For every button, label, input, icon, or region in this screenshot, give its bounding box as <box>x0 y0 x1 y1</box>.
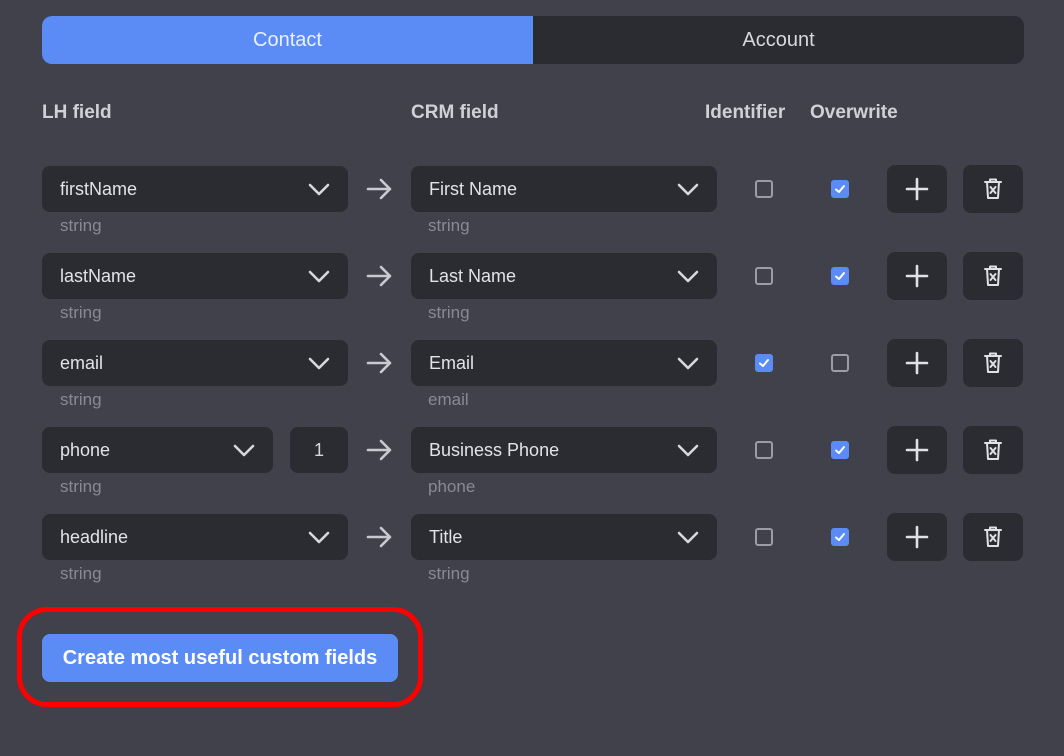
lh-field-type: string <box>60 564 102 583</box>
lh-field-value: headline <box>60 526 129 547</box>
mapping-row: headline string Title string <box>0 513 1064 594</box>
crm-field-header: CRM field <box>411 102 499 123</box>
delete-row-button[interactable] <box>963 426 1023 474</box>
chevron-down-icon <box>677 266 699 286</box>
crm-field-select[interactable]: Email <box>411 340 717 386</box>
mapping-row: lastName string Last Name string <box>0 252 1064 333</box>
chevron-down-icon <box>677 440 699 460</box>
lh-field-index-input[interactable]: 1 <box>290 427 348 473</box>
overwrite-checkbox[interactable] <box>831 354 849 372</box>
trash-icon <box>983 351 1003 375</box>
lh-field-value: lastName <box>60 265 137 286</box>
plus-icon <box>905 264 929 288</box>
lh-field-type: string <box>60 216 102 235</box>
lh-field-header: LH field <box>42 102 112 123</box>
overwrite-checkbox[interactable] <box>831 267 849 285</box>
delete-row-button[interactable] <box>963 339 1023 387</box>
add-row-button[interactable] <box>887 426 947 474</box>
lh-field-type: string <box>60 477 102 496</box>
overwrite-header: Overwrite <box>810 102 898 123</box>
lh-field-type: string <box>60 303 102 322</box>
trash-icon <box>983 525 1003 549</box>
mapping-row: firstName string First Name string <box>0 165 1064 246</box>
overwrite-checkbox[interactable] <box>831 180 849 198</box>
create-custom-fields-button[interactable]: Create most useful custom fields <box>42 634 398 682</box>
plus-icon <box>905 525 929 549</box>
identifier-checkbox[interactable] <box>755 267 773 285</box>
arrow-right-icon <box>366 264 394 288</box>
delete-row-button[interactable] <box>963 165 1023 213</box>
crm-field-value: Business Phone <box>429 439 560 460</box>
identifier-checkbox[interactable] <box>755 180 773 198</box>
chevron-down-icon <box>308 353 330 373</box>
chevron-down-icon <box>677 179 699 199</box>
arrow-right-icon <box>366 177 394 201</box>
lh-field-select[interactable]: lastName <box>42 253 348 299</box>
object-tabs: Contact Account <box>42 16 1024 64</box>
chevron-down-icon <box>308 527 330 547</box>
crm-field-value: Email <box>429 352 475 373</box>
identifier-checkbox[interactable] <box>755 354 773 372</box>
tab-account[interactable]: Account <box>533 16 1024 64</box>
identifier-checkbox[interactable] <box>755 528 773 546</box>
delete-row-button[interactable] <box>963 252 1023 300</box>
lh-field-value: phone <box>60 439 111 460</box>
chevron-down-icon <box>308 266 330 286</box>
overwrite-checkbox[interactable] <box>831 441 849 459</box>
identifier-checkbox[interactable] <box>755 441 773 459</box>
add-row-button[interactable] <box>887 339 947 387</box>
crm-field-select[interactable]: First Name <box>411 166 717 212</box>
crm-field-value: First Name <box>429 178 518 199</box>
chevron-down-icon <box>677 527 699 547</box>
arrow-right-icon <box>366 438 394 462</box>
trash-icon <box>983 438 1003 462</box>
mapping-row: phone 1 string Business Phone phone <box>0 426 1064 507</box>
plus-icon <box>905 438 929 462</box>
plus-icon <box>905 351 929 375</box>
chevron-down-icon <box>233 440 255 460</box>
arrow-right-icon <box>366 351 394 375</box>
crm-field-type: string <box>428 216 470 235</box>
lh-field-type: string <box>60 390 102 409</box>
delete-row-button[interactable] <box>963 513 1023 561</box>
add-row-button[interactable] <box>887 165 947 213</box>
add-row-button[interactable] <box>887 513 947 561</box>
trash-icon <box>983 264 1003 288</box>
trash-icon <box>983 177 1003 201</box>
lh-field-select[interactable]: phone <box>42 427 273 473</box>
lh-field-value: firstName <box>60 178 138 199</box>
lh-field-value: email <box>60 352 104 373</box>
tab-contact[interactable]: Contact <box>42 16 533 64</box>
lh-field-select[interactable]: email <box>42 340 348 386</box>
crm-field-select[interactable]: Last Name <box>411 253 717 299</box>
lh-field-select[interactable]: headline <box>42 514 348 560</box>
crm-field-type: string <box>428 564 470 583</box>
mapping-row: email string Email email <box>0 339 1064 420</box>
crm-field-select[interactable]: Title <box>411 514 717 560</box>
crm-field-value: Title <box>429 526 463 547</box>
crm-field-select[interactable]: Business Phone <box>411 427 717 473</box>
lh-field-select[interactable]: firstName <box>42 166 348 212</box>
crm-field-type: phone <box>428 477 476 496</box>
chevron-down-icon <box>308 179 330 199</box>
add-row-button[interactable] <box>887 252 947 300</box>
chevron-down-icon <box>677 353 699 373</box>
crm-field-value: Last Name <box>429 265 517 286</box>
overwrite-checkbox[interactable] <box>831 528 849 546</box>
crm-field-type: email <box>428 390 469 409</box>
crm-field-type: string <box>428 303 470 322</box>
plus-icon <box>905 177 929 201</box>
arrow-right-icon <box>366 525 394 549</box>
identifier-header: Identifier <box>705 102 786 123</box>
